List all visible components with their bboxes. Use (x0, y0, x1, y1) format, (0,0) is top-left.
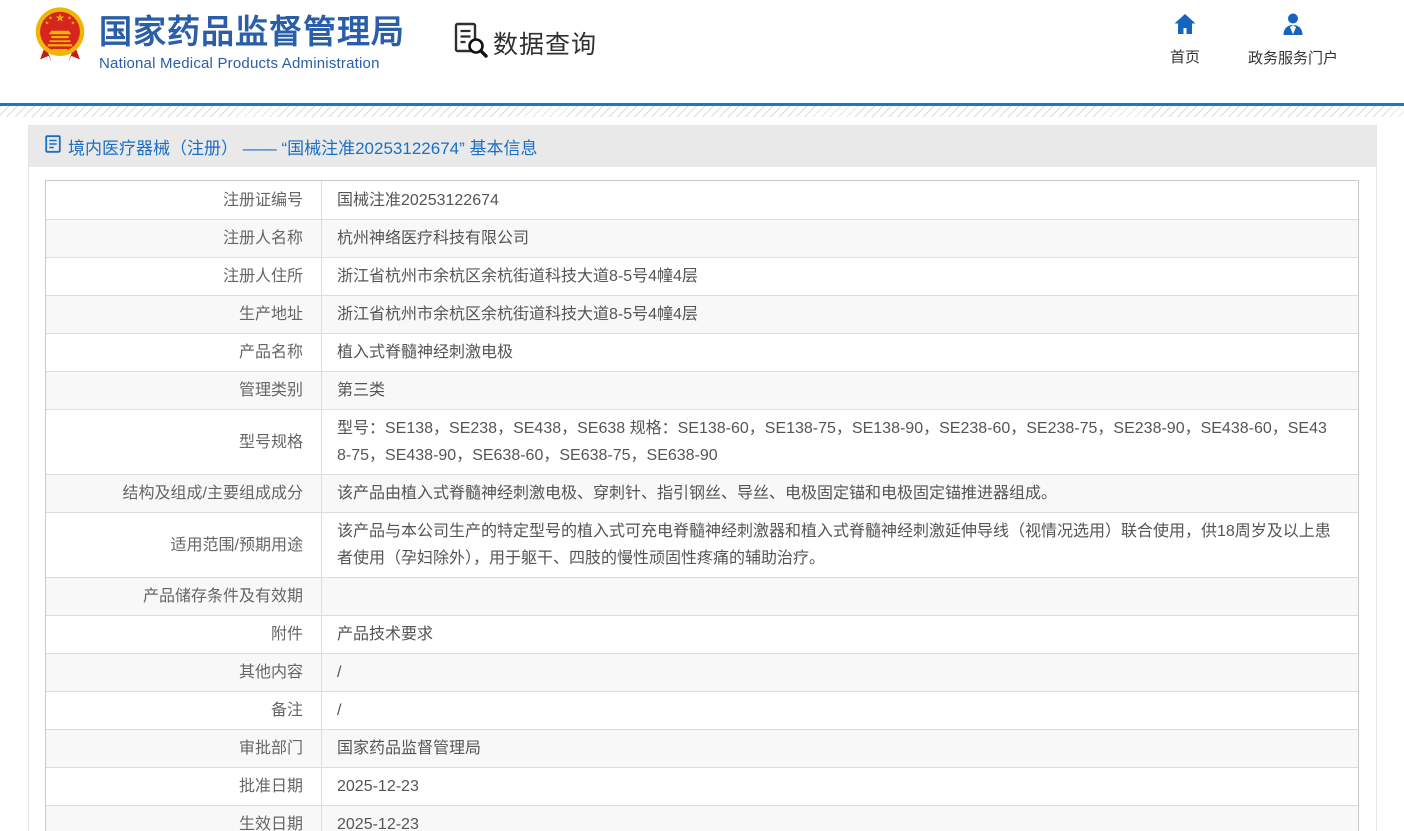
table-row: 备注 / (46, 691, 1358, 729)
section-title-bar: 境内医疗器械（注册） —— “国械注准20253122674” 基本信息 (29, 125, 1376, 167)
document-search-icon (452, 21, 488, 64)
row-value: 杭州神络医疗科技有限公司 (322, 220, 1358, 257)
data-query-link[interactable]: 数据查询 (452, 21, 597, 64)
row-label: 注册人住所 (46, 258, 322, 295)
table-row: 产品名称 植入式脊髓神经刺激电极 (46, 333, 1358, 371)
table-row: 型号规格 型号：SE138，SE238，SE438，SE638 规格：SE138… (46, 409, 1358, 474)
row-label: 管理类别 (46, 372, 322, 409)
row-value (322, 578, 1358, 615)
row-label: 结构及组成/主要组成成分 (46, 475, 322, 512)
row-label: 附件 (46, 616, 322, 653)
table-row: 附件 产品技术要求 (46, 615, 1358, 653)
table-row: 生产地址 浙江省杭州市余杭区余杭街道科技大道8-5号4幢4层 (46, 295, 1358, 333)
table-row: 产品储存条件及有效期 (46, 577, 1358, 615)
page-title: 境内医疗器械（注册） —— “国械注准20253122674” 基本信息 (68, 134, 538, 159)
home-icon (1173, 13, 1197, 39)
table-row: 注册人住所 浙江省杭州市余杭区余杭街道科技大道8-5号4幢4层 (46, 257, 1358, 295)
row-label: 注册人名称 (46, 220, 322, 257)
row-label: 生产地址 (46, 296, 322, 333)
national-emblem-icon: ★ ★ ★ ★ ★ (34, 5, 86, 72)
org-name-zh: 国家药品监督管理局 (99, 11, 405, 52)
header-divider-stripes (0, 106, 1404, 117)
row-label: 备注 (46, 692, 322, 729)
row-value: 浙江省杭州市余杭区余杭街道科技大道8-5号4幢4层 (322, 258, 1358, 295)
row-label: 产品名称 (46, 334, 322, 371)
nav-item-home[interactable]: 首页 (1170, 13, 1200, 68)
row-value: 浙江省杭州市余杭区余杭街道科技大道8-5号4幢4层 (322, 296, 1358, 333)
table-row: 生效日期 2025-12-23 (46, 805, 1358, 831)
table-row: 其他内容 / (46, 653, 1358, 691)
row-label: 批准日期 (46, 768, 322, 805)
svg-text:★: ★ (45, 21, 50, 27)
table-row: 管理类别 第三类 (46, 371, 1358, 409)
row-value: 2025-12-23 (322, 806, 1358, 831)
row-value: 国械注准20253122674 (322, 181, 1358, 219)
row-label: 注册证编号 (46, 181, 322, 219)
row-value: 2025-12-23 (322, 768, 1358, 805)
content-container: 境内医疗器械（注册） —— “国械注准20253122674” 基本信息 注册证… (28, 125, 1377, 831)
row-label: 审批部门 (46, 730, 322, 767)
nav-item-label: 政务服务门户 (1248, 47, 1338, 68)
svg-text:★: ★ (71, 21, 76, 27)
top-nav: 首页 政务服务门户 (1170, 13, 1338, 68)
row-label: 适用范围/预期用途 (46, 513, 322, 577)
row-value: 该产品由植入式脊髓神经刺激电极、穿刺针、指引钢丝、导丝、电极固定锚和电极固定锚推… (322, 475, 1358, 512)
table-row: 批准日期 2025-12-23 (46, 767, 1358, 805)
row-value: / (322, 692, 1358, 729)
table-wrap: 注册证编号 国械注准20253122674 注册人名称 杭州神络医疗科技有限公司… (45, 180, 1359, 831)
org-name-en: National Medical Products Administration (99, 55, 405, 72)
row-label: 生效日期 (46, 806, 322, 831)
table-row: 适用范围/预期用途 该产品与本公司生产的特定型号的植入式可充电脊髓神经刺激器和植… (46, 512, 1358, 577)
row-label: 产品储存条件及有效期 (46, 578, 322, 615)
site-header: ★ ★ ★ ★ ★ 国家药品监督管理局 National Medical Pro… (0, 0, 1404, 103)
row-value: 第三类 (322, 372, 1358, 409)
site-logo[interactable]: ★ ★ ★ ★ ★ 国家药品监督管理局 National Medical Pro… (34, 5, 405, 72)
row-label: 其他内容 (46, 654, 322, 691)
row-value: 产品技术要求 (322, 616, 1358, 653)
row-value: 国家药品监督管理局 (322, 730, 1358, 767)
nav-item-label: 首页 (1170, 46, 1200, 67)
row-value: 型号：SE138，SE238，SE438，SE638 规格：SE138-60，S… (322, 410, 1358, 474)
row-value: 该产品与本公司生产的特定型号的植入式可充电脊髓神经刺激器和植入式脊髓神经刺激延伸… (322, 513, 1358, 577)
table-row: 结构及组成/主要组成成分 该产品由植入式脊髓神经刺激电极、穿刺针、指引钢丝、导丝… (46, 474, 1358, 512)
table-row: 注册人名称 杭州神络医疗科技有限公司 (46, 219, 1358, 257)
row-value: 植入式脊髓神经刺激电极 (322, 334, 1358, 371)
table-row: 审批部门 国家药品监督管理局 (46, 729, 1358, 767)
row-label: 型号规格 (46, 410, 322, 474)
table-row: 注册证编号 国械注准20253122674 (46, 181, 1358, 219)
nav-item-portal[interactable]: 政务服务门户 (1248, 13, 1338, 68)
svg-text:★: ★ (55, 12, 65, 24)
row-value: / (322, 654, 1358, 691)
document-icon (45, 135, 61, 158)
data-query-label: 数据查询 (493, 25, 597, 61)
info-table: 注册证编号 国械注准20253122674 注册人名称 杭州神络医疗科技有限公司… (45, 180, 1359, 831)
user-icon (1281, 13, 1305, 40)
